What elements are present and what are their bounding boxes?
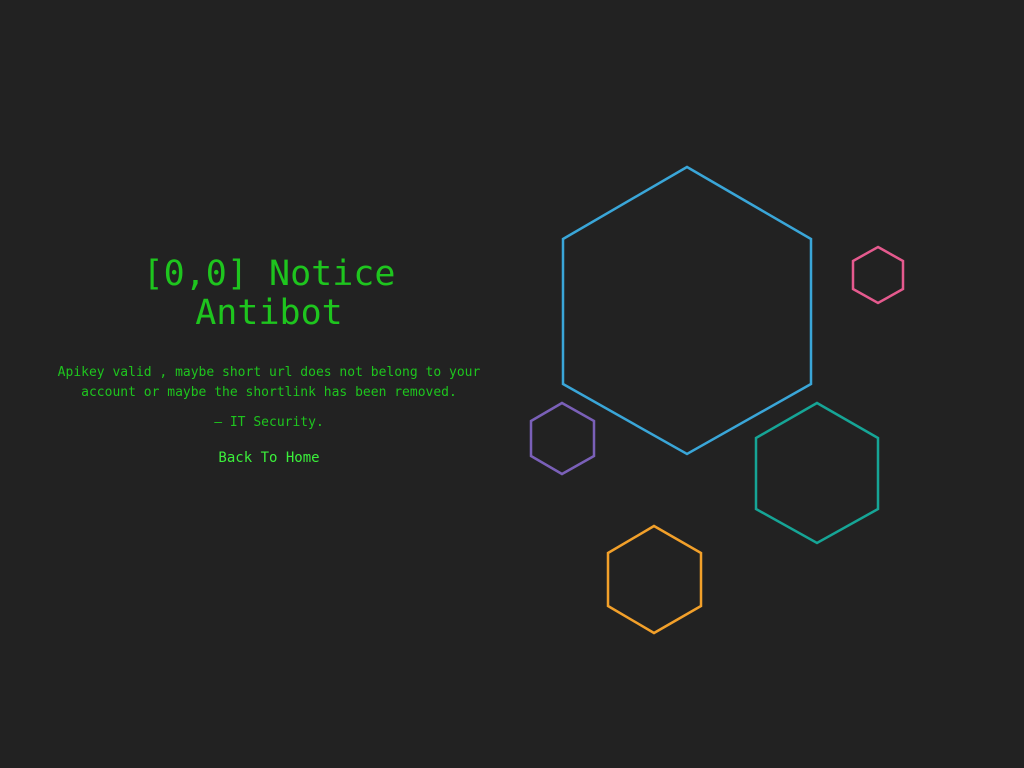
small-pink-hexagon [851, 245, 905, 305]
medium-teal-hexagon [754, 401, 880, 545]
hexagon-decoration [529, 165, 905, 635]
small-purple-hexagon [529, 401, 596, 476]
medium-orange-hexagon [606, 524, 703, 635]
large-blue-hexagon [561, 165, 813, 456]
